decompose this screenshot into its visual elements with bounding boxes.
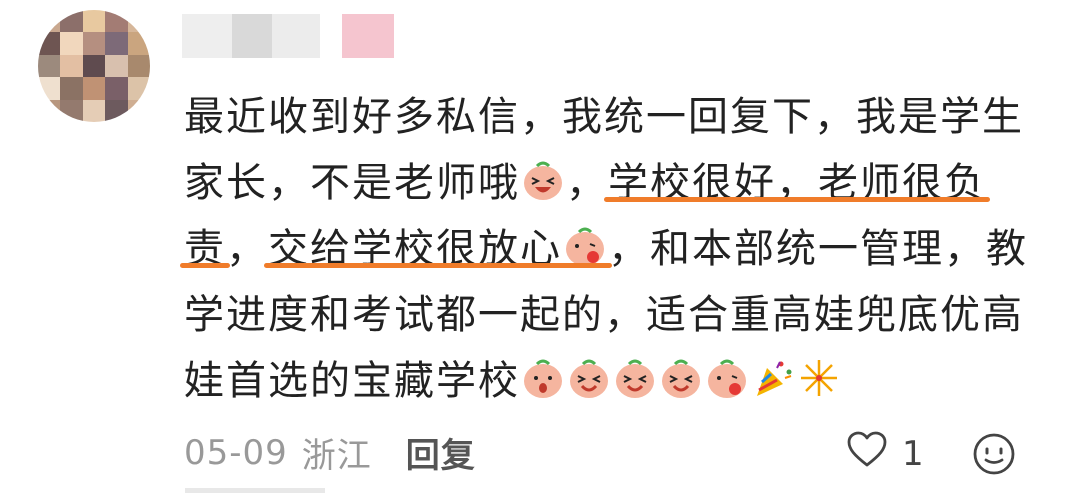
comment-line-2: 家长，不是老师哦 ，学校很好，老师很负 <box>184 150 1044 216</box>
bottom-divider <box>185 488 325 493</box>
comment-meta: 05-09 浙江 回复 <box>184 428 476 477</box>
smiley-face-icon[interactable] <box>972 432 1016 480</box>
avatar[interactable] <box>38 10 150 122</box>
like-count: 1 <box>902 433 924 474</box>
blushing-peach-emoji-icon <box>705 354 749 398</box>
username-blurred[interactable] <box>182 14 402 58</box>
cheering-peach-emoji-icon <box>613 354 657 398</box>
comment-text: 最近收到好多私信，我统一回复下，我是学生 家长，不是老师哦 ，学校很好，老师很负 … <box>184 84 1044 414</box>
comment-line-3: 责，交给学校很放心 ，和本部统一管理，教 <box>184 216 1044 282</box>
highlighted-text: 学校很好，老师很负 <box>608 160 986 206</box>
fireworks-icon <box>797 354 841 396</box>
shocked-peach-emoji-icon <box>521 354 565 398</box>
party-popper-icon <box>751 354 795 396</box>
cheering-peach-emoji-icon <box>659 354 703 398</box>
laughing-peach-emoji-icon <box>521 156 565 200</box>
like-button[interactable]: 1 <box>846 430 924 477</box>
comment-line-1: 最近收到好多私信，我统一回复下，我是学生 <box>184 94 1024 140</box>
reply-button[interactable]: 回复 <box>406 428 476 477</box>
cheering-peach-emoji-icon <box>567 354 611 398</box>
heart-outline-icon[interactable] <box>846 430 888 477</box>
comment-date: 05-09 <box>184 432 288 473</box>
blushing-peach-emoji-icon <box>563 222 607 266</box>
comment-line-5: 娃首选的宝藏学校 <box>184 348 1044 414</box>
comment-location: 浙江 <box>301 436 372 476</box>
comment-line-4: 学进度和考试都一起的，适合重高娃兜底优高 <box>184 292 1024 338</box>
